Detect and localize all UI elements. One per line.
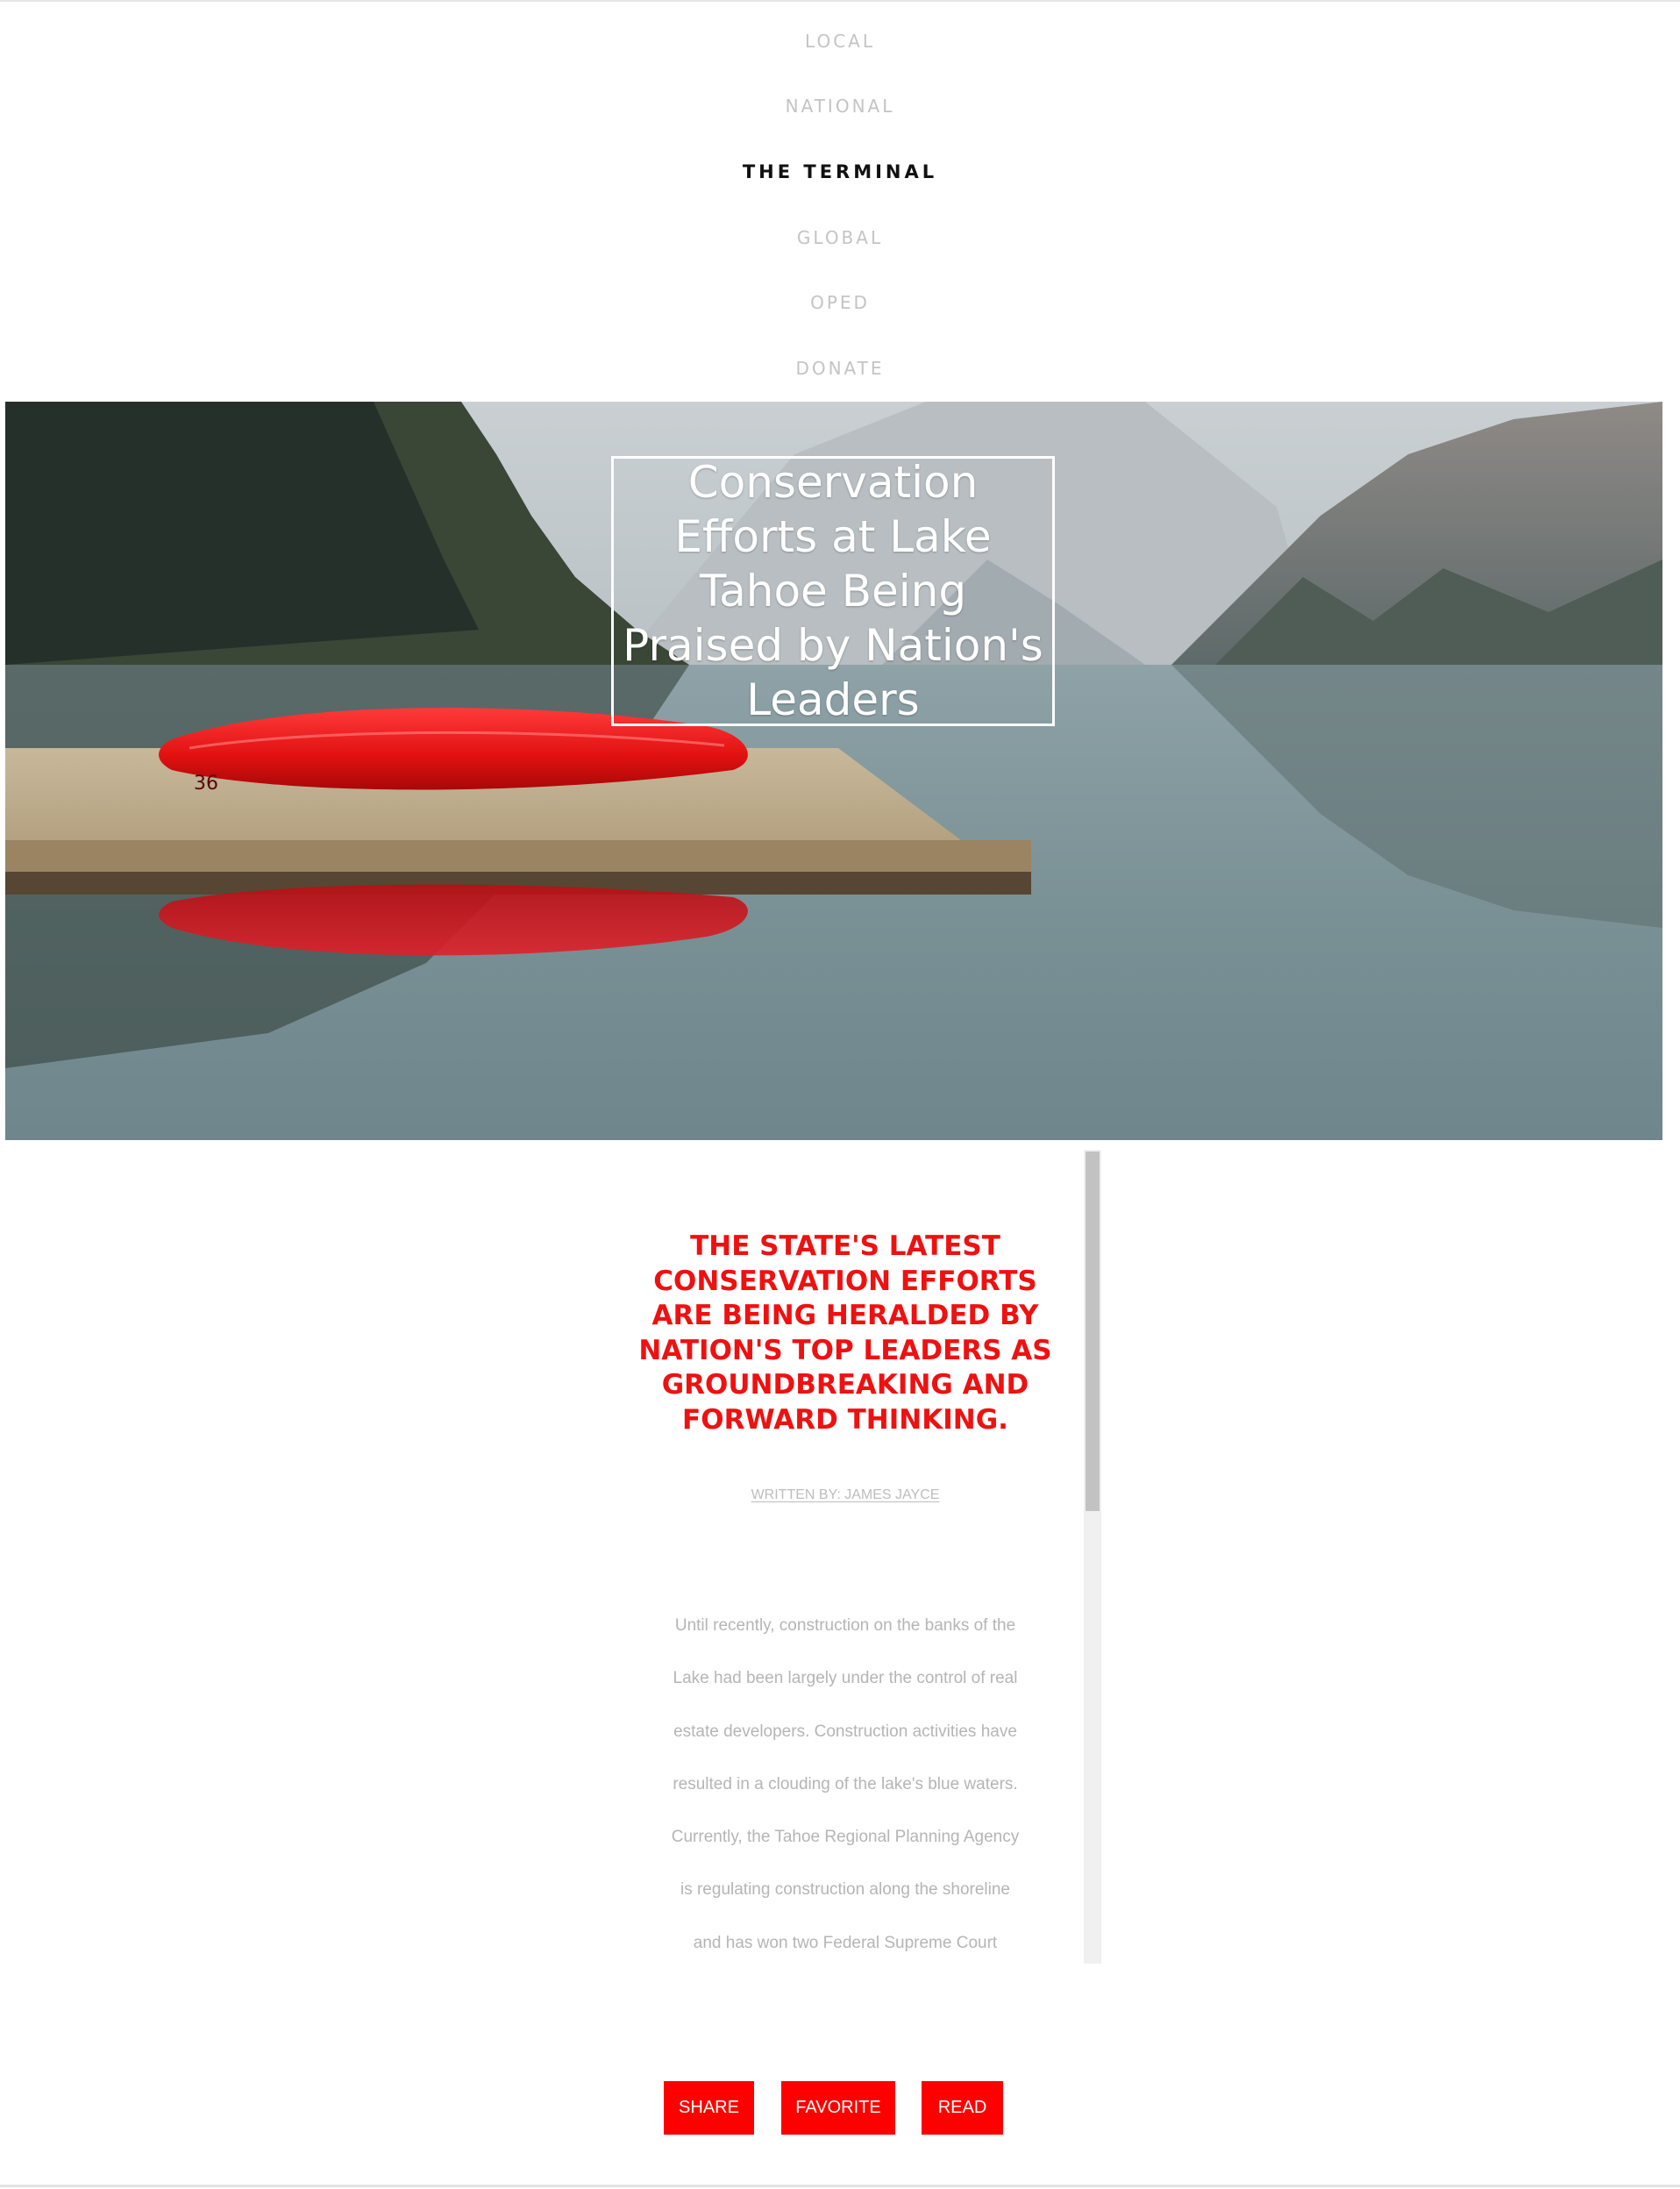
- nav-item-oped[interactable]: OPED: [0, 289, 1680, 316]
- bottom-divider: [0, 2185, 1680, 2187]
- body-line: Lake had been largely under the control …: [673, 1669, 1018, 1688]
- nav-item-global[interactable]: GLOBAL: [0, 225, 1680, 251]
- body-line: and has won two Federal Supreme Court: [693, 1933, 998, 1952]
- body-line: resulted in a clouding of the lake's blu…: [673, 1774, 1018, 1793]
- read-button[interactable]: READ: [922, 2081, 1003, 2135]
- article-panel[interactable]: THE STATE'S LATEST CONSERVATION EFFORTS …: [614, 1149, 1105, 1964]
- hero-title: Conservation Efforts at Lake Tahoe Being…: [623, 457, 1043, 725]
- body-line: Until recently, construction on the bank…: [674, 1616, 1016, 1635]
- hero-title-frame: Conservation Efforts at Lake Tahoe Being…: [611, 456, 1055, 726]
- body-line: Currently, the Tahoe Regional Planning A…: [671, 1828, 1020, 1847]
- article-body: Until recently, construction on the bank…: [614, 1600, 1077, 1964]
- favorite-button[interactable]: FAVORITE: [781, 2081, 895, 2135]
- hero-image: 36 Conservation Efforts at Lake Tahoe Be…: [5, 402, 1662, 1140]
- main-nav: LOCAL NATIONAL THE TERMINAL GLOBAL OPED …: [0, 0, 1680, 399]
- article-subheading: THE STATE'S LATEST CONSERVATION EFFORTS …: [638, 1230, 1052, 1436]
- page: LOCAL NATIONAL THE TERMINAL GLOBAL OPED …: [0, 0, 1680, 2189]
- nav-item-donate[interactable]: DONATE: [0, 355, 1680, 381]
- share-button[interactable]: SHARE: [664, 2081, 754, 2135]
- article-scrollbar-thumb[interactable]: [1086, 1152, 1100, 1511]
- nav-item-the-terminal[interactable]: THE TERMINAL: [0, 159, 1680, 185]
- byline[interactable]: WRITTEN BY: JAMES JAYCE: [614, 1487, 1077, 1503]
- body-line: is regulating construction along the sho…: [680, 1880, 1010, 1900]
- byline-author-link[interactable]: WRITTEN BY: JAMES JAYCE: [751, 1487, 940, 1502]
- body-line: estate developers. Construction activiti…: [673, 1722, 1017, 1741]
- nav-item-national[interactable]: NATIONAL: [0, 93, 1680, 119]
- nav-item-local[interactable]: LOCAL: [0, 28, 1680, 54]
- canoe-number: 36: [194, 773, 218, 795]
